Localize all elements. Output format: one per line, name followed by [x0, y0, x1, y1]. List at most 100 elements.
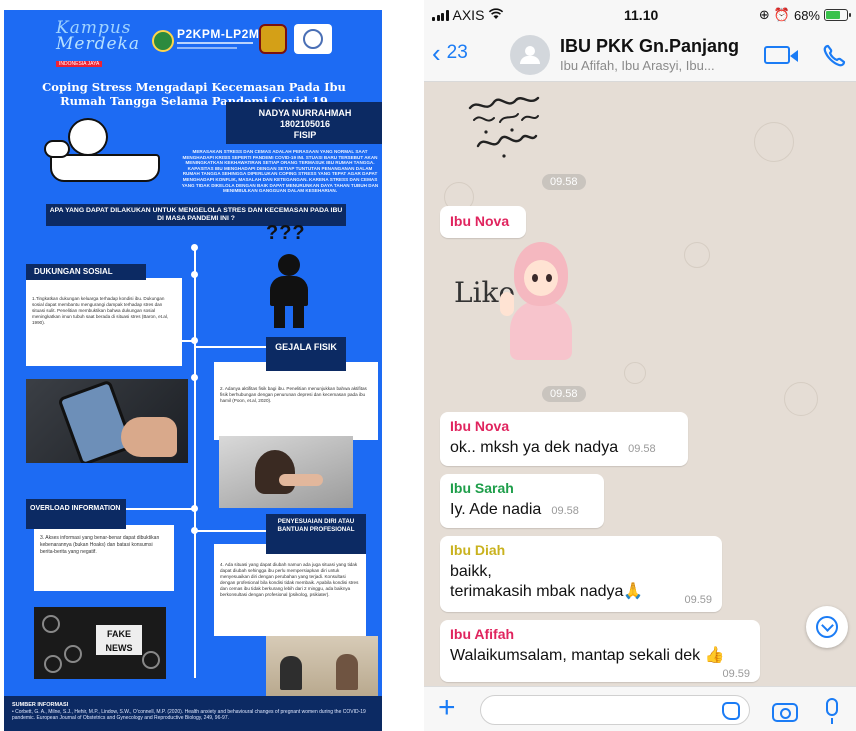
social-support-card: 1.Tingkatkan dukungan keluarga terhadap … [26, 278, 182, 366]
logo-underline [177, 42, 253, 44]
author-faculty: FISIP [293, 130, 317, 140]
sender-name: Ibu Sarah [450, 480, 514, 496]
source-title: SUMBER INFORMASI [12, 702, 69, 708]
message-text: terimakasih mbak nadya🙏 [450, 583, 644, 600]
overload-information-label: OVERLOAD INFORMATION [26, 499, 126, 529]
phone-call-icon[interactable] [820, 42, 848, 70]
poster-logo-band: Kampus Merdeka INDONESIA JAYA P2KPM-LP2M [4, 10, 382, 70]
location-icon: ⊕ [758, 7, 770, 22]
attach-plus-button[interactable]: + [438, 693, 456, 723]
message-bubble[interactable]: Ibu Afifah Walaikumsalam, mantap sekali … [440, 620, 760, 682]
professional-help-card: 4. Ada situasi yang dapat diubah namun a… [214, 544, 366, 636]
screenshot-composite: Kampus Merdeka INDONESIA JAYA P2KPM-LP2M… [0, 0, 856, 731]
message-text: baikk, [450, 563, 492, 580]
kampus-merdeka-logo: Kampus Merdeka INDONESIA JAYA [56, 20, 144, 67]
carrier-name: AXIS [452, 7, 485, 23]
physical-symptoms-label: GEJALA FISIK [266, 337, 346, 371]
battery-percent: 68% [793, 7, 820, 23]
sender-name: Ibu Diah [450, 542, 506, 558]
reading-man-illustration-icon [38, 114, 160, 190]
chat-messages-area[interactable]: 09.58 Ibu Nova Like 09.58 Ibu Nova ok.. … [424, 82, 856, 686]
overload-text: 3. Akses informasi yang benar-benar dapa… [40, 535, 160, 555]
status-bar: AXIS 11.10 ⊕ ⏰ 68% [424, 0, 856, 30]
battery-icon [824, 9, 851, 21]
author-name: NADYA NURRAHMAH [258, 108, 352, 118]
group-name[interactable]: IBU PKK Gn.Panjang [560, 36, 739, 57]
sticker-icon[interactable] [722, 702, 740, 720]
unread-count: 23 [446, 42, 468, 63]
timeline-line [194, 248, 196, 678]
sender-name: Ibu Nova [450, 418, 510, 434]
timeline-dot [191, 244, 198, 251]
chevron-left-icon: ‹ [432, 38, 441, 68]
fake-news-photo: FAKE NEWS [34, 607, 166, 679]
message-input-bar: + [424, 686, 856, 731]
video-call-icon[interactable] [764, 46, 798, 64]
social-support-label: DUKUNGAN SOSIAL [26, 264, 146, 280]
sender-name: Ibu Nova [450, 213, 510, 229]
intro-paragraph: MERASAKAN STRESS DAN CEMAS ADALAH PERASA… [181, 149, 379, 194]
timeline-dot [191, 374, 198, 381]
stressed-woman-photo [219, 436, 353, 508]
group-avatar[interactable] [510, 35, 550, 75]
social-support-text: 1.Tingkatkan dukungan keluarga terhadap … [32, 296, 169, 325]
message-input[interactable] [480, 695, 750, 725]
logo-line2: Merdeka [56, 34, 140, 54]
like-sticker[interactable]: Like [454, 242, 584, 382]
phone-scrolling-photo [26, 379, 188, 463]
sender-name-bubble: Ibu Nova [440, 206, 526, 238]
sticker-timestamp: 09.58 [542, 386, 586, 402]
physical-activity-text: 2. Adanya aktifitas fisik bagi ibu. Pene… [220, 386, 367, 403]
back-button[interactable]: ‹ 23 [432, 40, 468, 66]
p2kpm-logo-text: P2KPM-LP2M [177, 27, 260, 41]
professional-help-label: PENYESUAIAN DIRI ATAU BANTUAN PROFESIONA… [266, 514, 366, 554]
physical-activity-card: 2. Adanya aktifitas fisik bagi ibu. Pene… [214, 362, 378, 440]
group-members[interactable]: Ibu Afifah, Ibu Arasyi, Ibu... [560, 58, 715, 73]
timeline-dot [191, 271, 198, 278]
fake-news-sign: FAKE NEWS [96, 625, 142, 655]
logo-underline [177, 47, 237, 49]
author-box: NADYA NURRAHMAH 1802105016 FISIP [226, 102, 382, 144]
source-footer: SUMBER INFORMASI • Corbett, G. A., Milne… [4, 696, 382, 731]
counseling-session-photo [266, 636, 378, 698]
timeline-branch [194, 530, 266, 532]
message-timestamp: 09.58 [628, 443, 656, 455]
chat-header: ‹ 23 IBU PKK Gn.Panjang Ibu Afifah, Ibu … [424, 30, 856, 82]
whatsapp-chat-screen: AXIS 11.10 ⊕ ⏰ 68% ‹ 23 IBU PKK Gn.Panja… [424, 0, 856, 731]
overload-card: 3. Akses informasi yang benar-benar dapa… [34, 525, 174, 591]
clock: 11.10 [624, 7, 659, 23]
microphone-icon[interactable] [826, 698, 838, 724]
message-timestamp: 09.59 [722, 668, 750, 680]
professional-help-text: 4. Ada situasi yang dapat diubah namun a… [220, 562, 359, 597]
message-text: Iy. Ade nadia [450, 501, 542, 518]
village-emblem-icon [294, 24, 332, 54]
message-text: Walaikumsalam, mantap sekali dek 👍 [450, 647, 725, 664]
thinking-person-icon [264, 254, 314, 328]
source-citation: • Corbett, G. A., Milne, S.J., Hehir, M.… [12, 709, 366, 721]
arabic-calligraphy-sticker[interactable] [464, 90, 544, 170]
group-icon [519, 46, 541, 64]
university-emblem-icon [152, 30, 174, 52]
alarm-icon: ⏰ [773, 7, 790, 22]
timeline-dot [191, 505, 198, 512]
question-marks: ??? [266, 222, 306, 244]
timeline-dot [191, 527, 198, 534]
regency-emblem-icon [259, 24, 287, 54]
timeline-branch [194, 346, 266, 348]
message-bubble[interactable]: Ibu Diah baikk, terimakasih mbak nadya🙏 … [440, 536, 722, 612]
message-timestamp: 09.59 [684, 594, 712, 606]
message-bubble[interactable]: Ibu Nova ok.. mksh ya dek nadya 09.58 [440, 412, 688, 466]
sender-name: Ibu Afifah [450, 626, 515, 642]
chevron-down-icon [816, 616, 838, 638]
message-timestamp: 09.58 [551, 505, 579, 517]
thumbs-up-icon [500, 292, 514, 316]
infographic-poster: Kampus Merdeka INDONESIA JAYA P2KPM-LP2M… [4, 10, 382, 731]
scroll-to-bottom-button[interactable] [806, 606, 848, 648]
logo-tagline: INDONESIA JAYA [56, 61, 103, 67]
message-text: ok.. mksh ya dek nadya [450, 439, 619, 456]
timeline-dot [191, 337, 198, 344]
message-bubble[interactable]: Ibu Sarah Iy. Ade nadia 09.58 [440, 474, 604, 528]
wifi-icon [488, 7, 504, 23]
camera-icon[interactable] [772, 703, 798, 722]
author-id: 1802105016 [279, 119, 331, 129]
